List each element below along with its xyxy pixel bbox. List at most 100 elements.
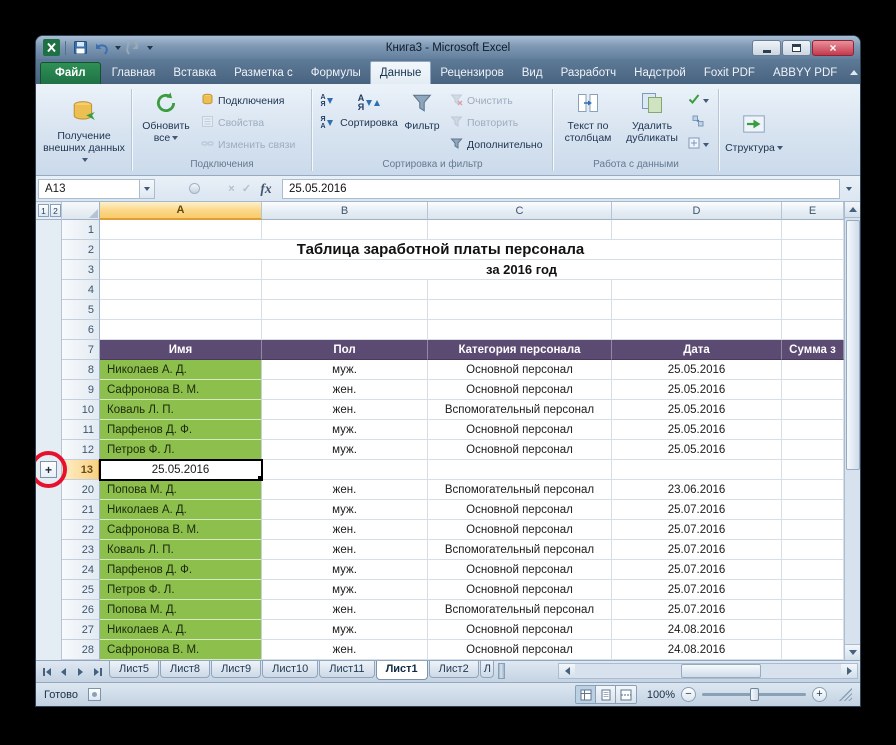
last-sheet-button[interactable] (89, 663, 106, 680)
filter-button[interactable]: Фильтр (399, 87, 445, 158)
ribbon-tab[interactable]: Формулы (302, 62, 370, 84)
row-header-13[interactable]: 13 (62, 460, 100, 480)
qat-customize-icon[interactable] (147, 46, 153, 50)
cell[interactable] (782, 420, 844, 440)
refresh-all-button[interactable]: Обновить все (136, 87, 196, 158)
column-header-B[interactable]: B (262, 202, 428, 220)
cell[interactable] (782, 520, 844, 540)
row-header-3[interactable]: 3 (62, 260, 100, 280)
row-header-28[interactable]: 28 (62, 640, 100, 660)
ribbon-tab[interactable]: Разметка с (225, 62, 302, 84)
cell-category[interactable]: Основной персонал (428, 360, 612, 380)
cell-gender[interactable]: муж. (262, 560, 428, 580)
enter-icon[interactable]: ✓ (239, 182, 254, 195)
sheet-title[interactable]: Таблица заработной платы персонала (100, 240, 782, 260)
redo-icon[interactable] (124, 39, 142, 57)
cell-date[interactable]: 25.05.2016 (612, 420, 782, 440)
sheet-tab-Лист2[interactable]: Лист2 (429, 661, 479, 678)
window-close-button[interactable]: × (812, 40, 854, 56)
cell-date[interactable]: 25.07.2016 (612, 560, 782, 580)
cell[interactable] (262, 320, 428, 340)
row-header-9[interactable]: 9 (62, 380, 100, 400)
what-if-analysis-button[interactable] (685, 135, 711, 155)
cell[interactable] (782, 300, 844, 320)
cell[interactable] (782, 380, 844, 400)
zoom-slider-thumb[interactable] (750, 688, 759, 701)
cell-category[interactable]: Вспомогательный персонал (428, 400, 612, 420)
cell-date[interactable]: 25.07.2016 (612, 600, 782, 620)
cell-name[interactable]: Николаев А. Д. (100, 360, 262, 380)
text-to-columns-button[interactable]: Текст по столбцам (557, 87, 619, 158)
cell-gender[interactable]: муж. (262, 440, 428, 460)
cell-name[interactable]: Сафронова В. М. (100, 640, 262, 660)
cell[interactable] (782, 620, 844, 640)
save-icon[interactable] (71, 39, 89, 57)
cell[interactable] (782, 480, 844, 500)
cell-category[interactable]: Вспомогательный персонал (428, 480, 612, 500)
resize-grip[interactable] (839, 688, 852, 701)
cell-date[interactable]: 25.07.2016 (612, 540, 782, 560)
name-box-dropdown[interactable] (140, 179, 155, 199)
cell-gender[interactable]: жен. (262, 540, 428, 560)
cell-category[interactable]: Основной персонал (428, 520, 612, 540)
cell[interactable] (100, 220, 262, 240)
row-header-27[interactable]: 27 (62, 620, 100, 640)
cell-category[interactable]: Основной персонал (428, 580, 612, 600)
cell-name[interactable]: Попова М. Д. (100, 480, 262, 500)
zoom-slider[interactable] (702, 693, 806, 696)
cell[interactable] (782, 640, 844, 660)
row-header-21[interactable]: 21 (62, 500, 100, 520)
table-header-cell[interactable]: Категория персонала (428, 340, 612, 360)
active-cell-A13[interactable]: 25.05.2016 (100, 460, 262, 480)
tab-splitter[interactable] (498, 663, 505, 679)
cell-gender[interactable]: муж. (262, 620, 428, 640)
cell-category[interactable]: Основной персонал (428, 560, 612, 580)
sort-ascending-button[interactable]: АЯ (316, 91, 337, 111)
cell-name[interactable]: Сафронова В. М. (100, 380, 262, 400)
cell-name[interactable]: Парфенов Д. Ф. (100, 560, 262, 580)
cell[interactable] (262, 220, 428, 240)
cell[interactable] (100, 300, 262, 320)
cell[interactable] (428, 280, 612, 300)
cell[interactable] (782, 320, 844, 340)
zoom-level[interactable]: 100% (643, 689, 675, 701)
cell[interactable] (100, 320, 262, 340)
excel-app-icon[interactable] (42, 39, 60, 57)
cell-date[interactable]: 25.07.2016 (612, 580, 782, 600)
ribbon-tab[interactable]: Вид (513, 62, 552, 84)
scroll-down-button[interactable] (845, 644, 861, 660)
cell-name[interactable]: Петров Ф. Л. (100, 580, 262, 600)
sheet-tab-Лист1[interactable]: Лист1 (376, 661, 428, 680)
ribbon-tab[interactable]: Надстрой (625, 62, 695, 84)
cell-date[interactable]: 24.08.2016 (612, 640, 782, 660)
column-header-E[interactable]: E (782, 202, 844, 220)
sort-descending-button[interactable]: ЯА (316, 113, 337, 133)
horizontal-scrollbar[interactable] (558, 663, 858, 679)
cell-gender[interactable]: жен. (262, 640, 428, 660)
window-minimize-button[interactable] (752, 40, 781, 56)
outline-level-2-button[interactable]: 2 (50, 204, 61, 217)
row-header-20[interactable]: 20 (62, 480, 100, 500)
advanced-filter-button[interactable]: Дополнительно (445, 134, 549, 155)
fill-handle[interactable] (257, 475, 262, 480)
outline-button[interactable]: Структура (723, 107, 785, 154)
cell[interactable] (428, 320, 612, 340)
expand-group-button[interactable]: + (40, 461, 57, 478)
cell-name[interactable]: Коваль Л. П. (100, 540, 262, 560)
column-header-C[interactable]: C (428, 202, 612, 220)
cell[interactable] (782, 500, 844, 520)
clear-filter-button[interactable]: Очистить (445, 90, 549, 111)
zoom-out-button[interactable]: − (681, 687, 696, 702)
cell-category[interactable]: Вспомогательный персонал (428, 600, 612, 620)
row-header-5[interactable]: 5 (62, 300, 100, 320)
sheet-tab-Лист8[interactable]: Лист8 (160, 661, 210, 678)
cell[interactable] (612, 320, 782, 340)
cell-gender[interactable]: жен. (262, 600, 428, 620)
vertical-scroll-thumb[interactable] (846, 220, 860, 470)
table-header-cell[interactable]: Сумма з (782, 340, 844, 360)
cell[interactable] (782, 240, 844, 260)
expand-formula-bar-icon[interactable] (840, 179, 858, 199)
row-header-8[interactable]: 8 (62, 360, 100, 380)
sheet-tab-Л[interactable]: Л (480, 661, 494, 678)
page-break-view-button[interactable] (616, 686, 636, 703)
